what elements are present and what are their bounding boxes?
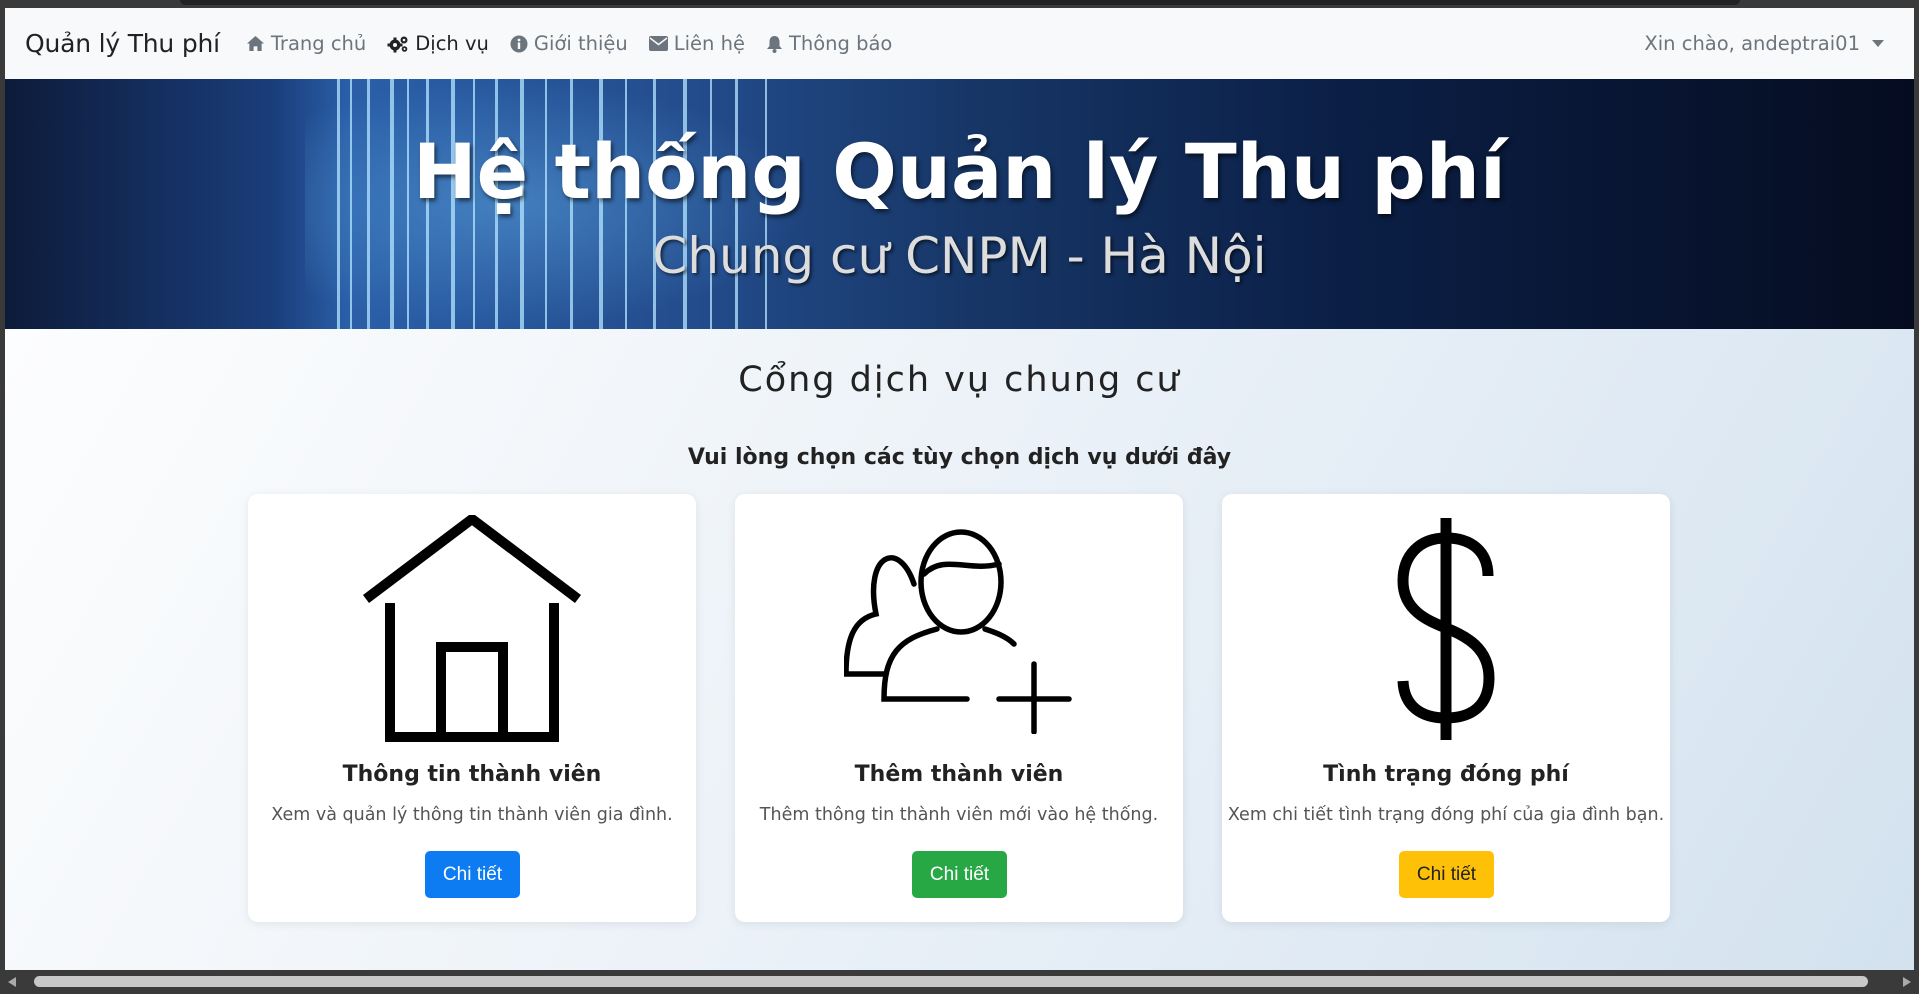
caret-down-icon xyxy=(1872,40,1884,47)
nav-item-home[interactable]: Trang chủ xyxy=(246,32,366,55)
card-title: Tình trạng đóng phí xyxy=(1323,762,1569,787)
scroll-left-icon[interactable] xyxy=(8,977,16,987)
card-title: Thông tin thành viên xyxy=(342,762,602,787)
service-card-add-member: Thêm thành viên Thêm thông tin thành viê… xyxy=(735,494,1183,922)
bell-icon xyxy=(766,35,782,53)
scrollbar-thumb[interactable] xyxy=(34,976,1868,987)
envelope-icon xyxy=(648,36,668,51)
navbar-brand[interactable]: Quản lý Thu phí xyxy=(25,29,220,58)
navbar: Quản lý Thu phí Trang chủ Dịch vụ Giới t… xyxy=(5,8,1914,80)
nav-item-contact[interactable]: Liên hệ xyxy=(648,32,745,55)
service-card-members: Thông tin thành viên Xem và quản lý thôn… xyxy=(248,494,696,922)
nav-item-notifications[interactable]: Thông báo xyxy=(766,32,892,55)
nav-item-services[interactable]: Dịch vụ xyxy=(387,32,489,55)
horizontal-scrollbar[interactable] xyxy=(0,970,1919,994)
nav-item-about[interactable]: Giới thiệu xyxy=(510,32,628,55)
info-icon xyxy=(510,35,528,52)
card-description: Xem và quản lý thông tin thành viên gia … xyxy=(271,805,673,825)
nav-item-label: Liên hệ xyxy=(673,32,745,55)
browser-tabstrip xyxy=(180,0,1740,5)
add-user-icon xyxy=(735,514,1183,744)
page-subtitle: Vui lòng chọn các tùy chọn dịch vụ dưới … xyxy=(687,445,1232,470)
card-description: Xem chi tiết tình trạng đóng phí của gia… xyxy=(1227,805,1665,825)
scroll-right-icon[interactable] xyxy=(1903,977,1911,987)
card-description: Thêm thông tin thành viên mới vào hệ thố… xyxy=(759,805,1159,825)
nav-item-label: Dịch vụ xyxy=(415,32,489,55)
home-icon xyxy=(246,35,264,52)
window-frame xyxy=(0,0,1919,8)
hero-subtitle: Chung cư CNPM - Hà Nội xyxy=(652,227,1267,285)
nav-item-label: Trang chủ xyxy=(270,32,367,55)
details-button[interactable]: Chi tiết xyxy=(1399,851,1494,898)
gears-icon xyxy=(387,36,408,52)
nav-item-label: Giới thiệu xyxy=(533,32,628,55)
nav-menu: Trang chủ Dịch vụ Giới thiệu Liên hệ Thô… xyxy=(246,32,913,55)
user-dropdown[interactable]: Xin chào, andeptrai01 xyxy=(1644,8,1884,79)
service-card-fee-status: Tình trạng đóng phí Xem chi tiết tình tr… xyxy=(1222,494,1670,922)
hero-banner: Hệ thống Quản lý Thu phí Chung cư CNPM -… xyxy=(5,79,1914,329)
details-button[interactable]: Chi tiết xyxy=(425,851,520,898)
house-icon xyxy=(248,514,696,744)
details-button[interactable]: Chi tiết xyxy=(912,851,1007,898)
card-title: Thêm thành viên xyxy=(854,762,1064,787)
dollar-icon xyxy=(1222,514,1670,744)
nav-item-label: Thông báo xyxy=(788,32,893,55)
hero-title: Hệ thống Quản lý Thu phí xyxy=(413,127,1506,216)
page-viewport: Quản lý Thu phí Trang chủ Dịch vụ Giới t… xyxy=(5,8,1914,970)
page-title: Cổng dịch vụ chung cư xyxy=(738,360,1181,400)
user-greeting: Xin chào, andeptrai01 xyxy=(1644,32,1860,55)
